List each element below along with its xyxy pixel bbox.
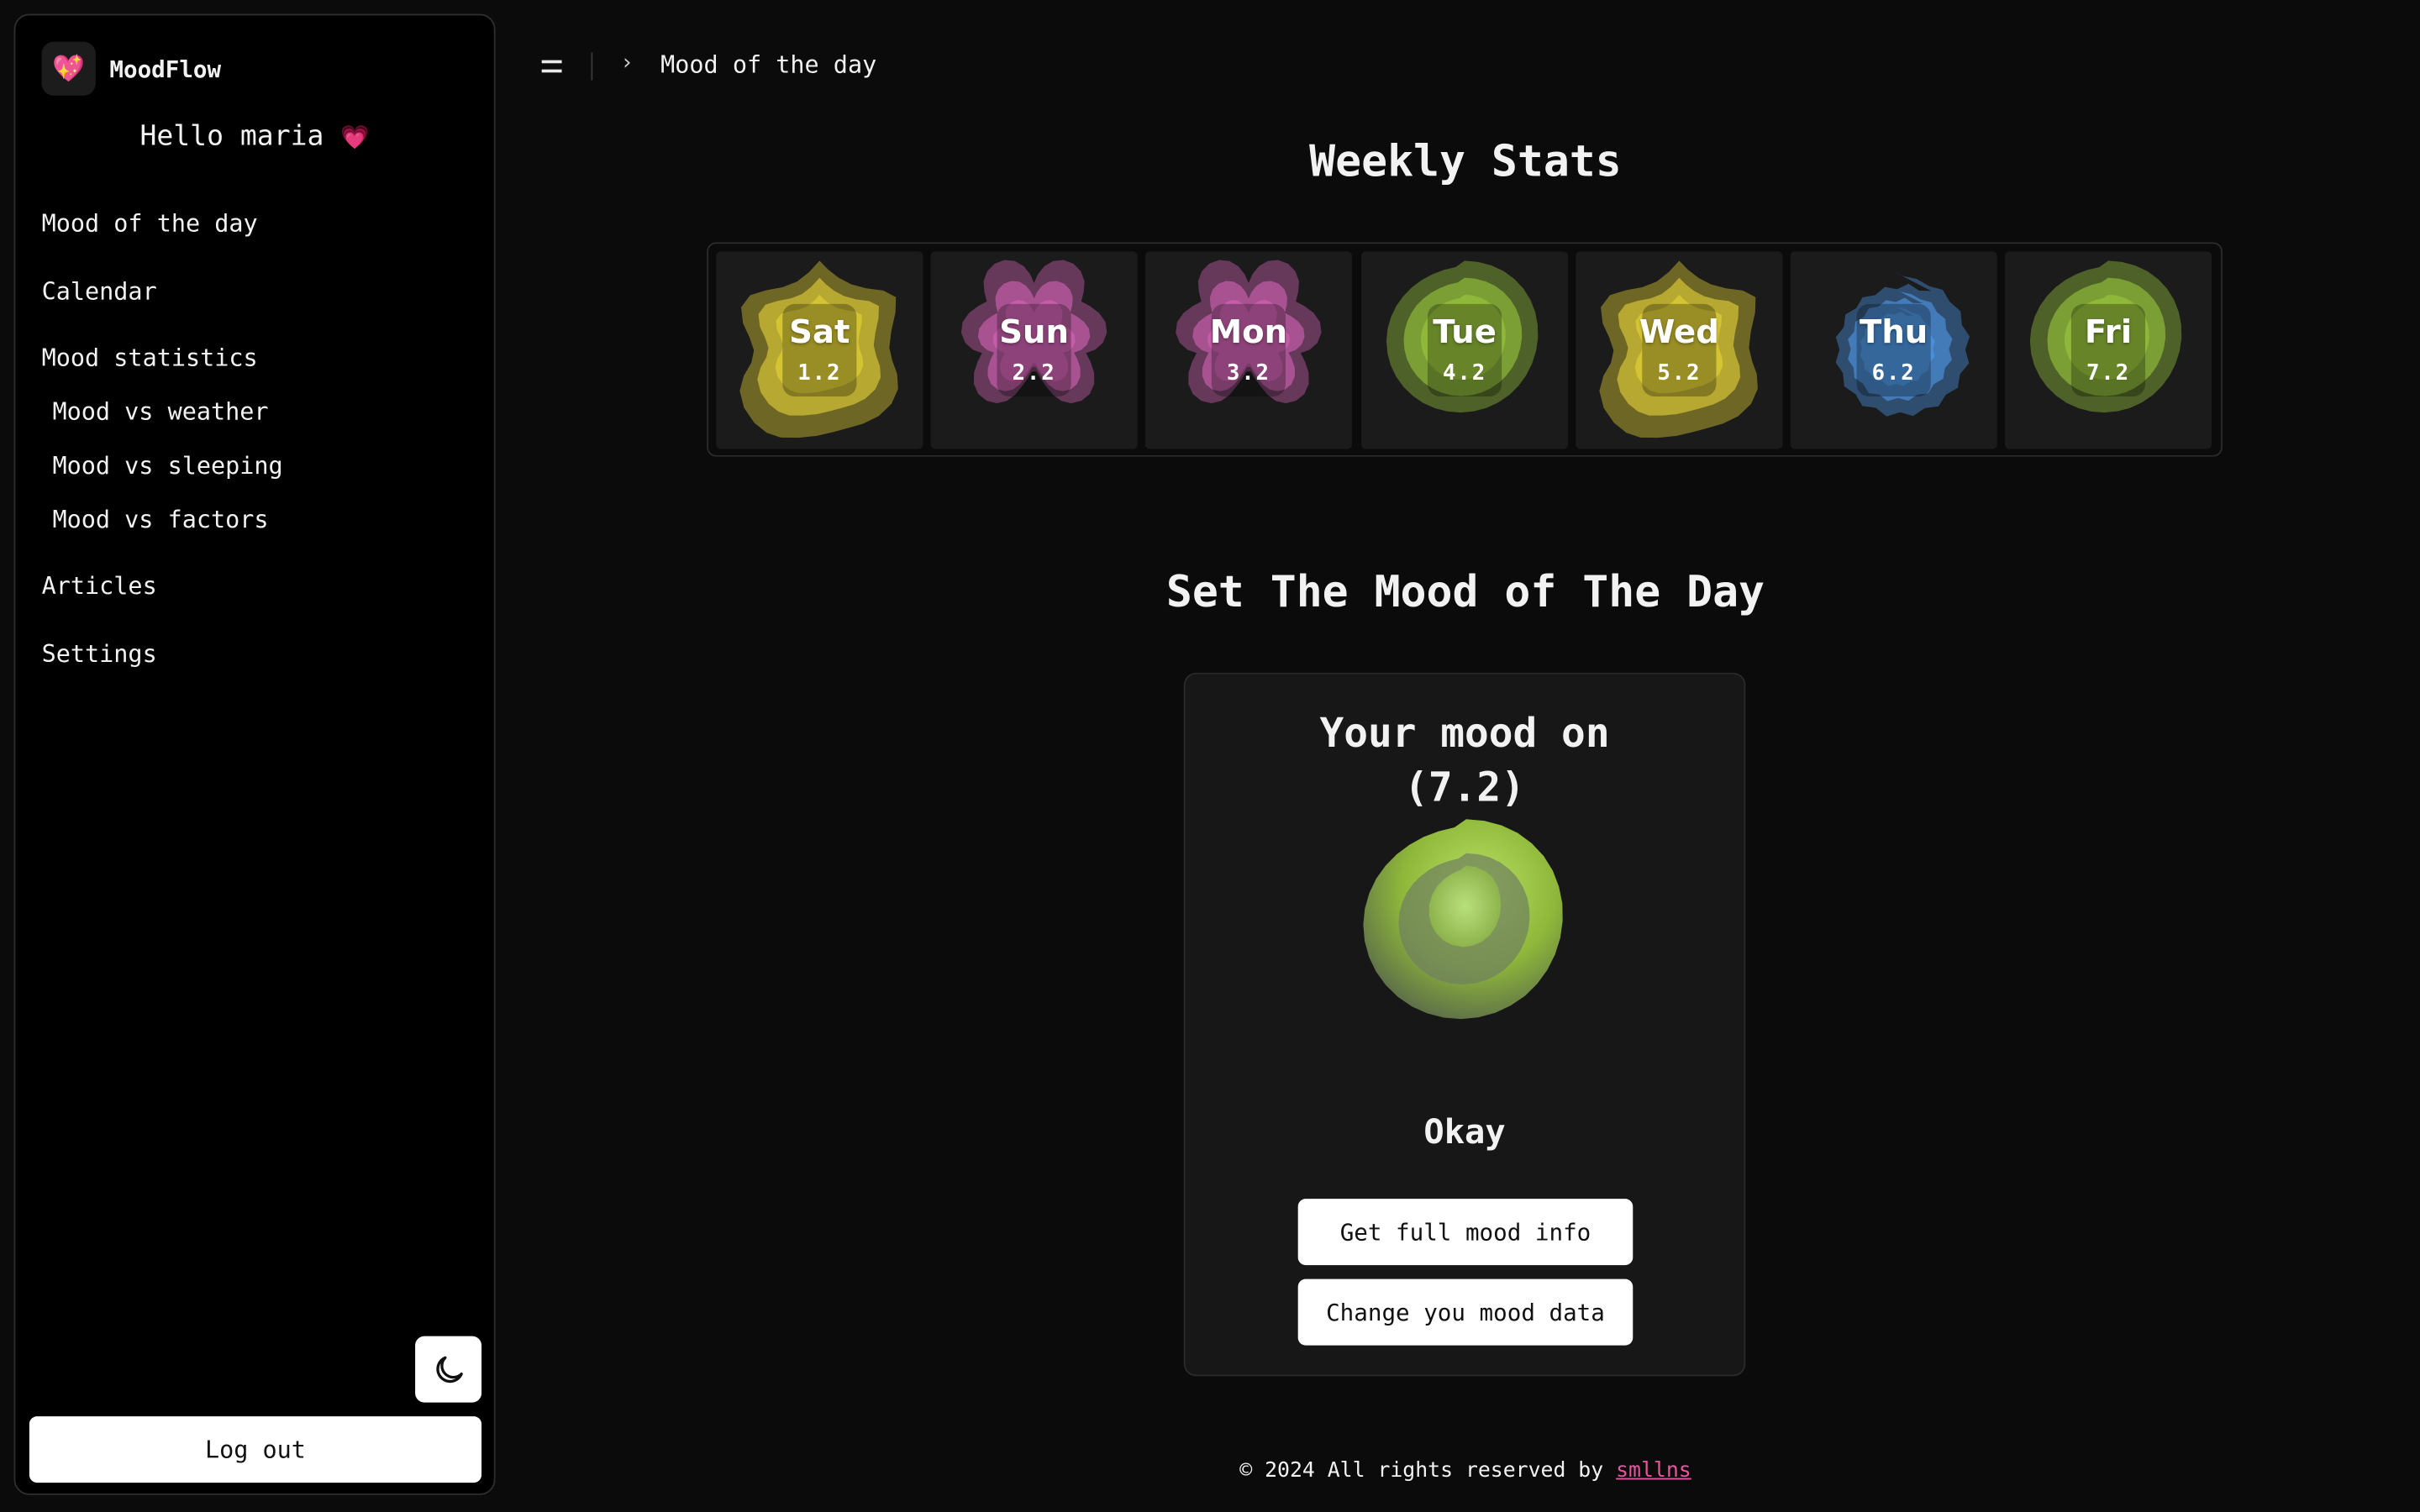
app-root: 💖 MoodFlow Hello maria 💗 Mood of the day… bbox=[0, 0, 2420, 1512]
mood-card-title-line1: Your mood on bbox=[1319, 711, 1610, 758]
footer-text: © 2024 All rights reserved by bbox=[1239, 1457, 1604, 1483]
get-full-mood-info-button[interactable]: Get full mood info bbox=[1297, 1199, 1634, 1266]
day-card-tue[interactable]: Tue 4.2 bbox=[1361, 251, 1569, 449]
heart-emoji-icon: 💗 bbox=[340, 123, 370, 151]
moon-icon bbox=[435, 1355, 462, 1383]
weekly-stats-title: Weekly Stats bbox=[1309, 135, 1622, 187]
greeting-text: Hello maria bbox=[139, 120, 324, 153]
day-label: Fri bbox=[2084, 312, 2133, 350]
nav-articles[interactable]: Articles bbox=[42, 572, 157, 600]
day-score: 4.2 bbox=[1443, 360, 1487, 386]
day-card-sat[interactable]: Sat 1.2 bbox=[716, 251, 923, 449]
app-name: MoodFlow bbox=[109, 55, 222, 83]
chevron-right-icon: › bbox=[620, 50, 634, 76]
greeting: Hello maria 💗 bbox=[15, 120, 493, 153]
sidebar: 💖 MoodFlow Hello maria 💗 Mood of the day… bbox=[13, 13, 496, 1495]
footer-author-link[interactable]: smllns bbox=[1616, 1458, 1691, 1483]
mood-card: Your mood on (7.2) Okay Get full mood in… bbox=[1183, 672, 1746, 1377]
sidebar-toggle-icon[interactable] bbox=[541, 51, 566, 82]
nav-mood-vs-factors[interactable]: Mood vs factors bbox=[52, 506, 268, 533]
day-label: Mon bbox=[1209, 312, 1288, 350]
set-mood-title: Set The Mood of The Day bbox=[1165, 566, 1765, 617]
day-card-sun[interactable]: Sun 2.2 bbox=[930, 251, 1138, 449]
day-score: 6.2 bbox=[1871, 360, 1916, 386]
day-card-thu[interactable]: Thu 6.2 bbox=[1790, 251, 1997, 449]
breadcrumb[interactable]: Mood of the day bbox=[660, 51, 876, 79]
mood-blob-large-icon bbox=[1363, 819, 1563, 1020]
change-mood-data-button[interactable]: Change you mood data bbox=[1297, 1278, 1634, 1346]
sparkling-heart-icon: 💖 bbox=[41, 41, 96, 96]
logout-button[interactable]: Log out bbox=[29, 1416, 482, 1483]
day-label: Tue bbox=[1433, 312, 1497, 350]
topbar-divider bbox=[591, 52, 593, 81]
mood-card-title-line2: (7.2) bbox=[1404, 765, 1525, 812]
nav-mood-vs-sleeping[interactable]: Mood vs sleeping bbox=[52, 452, 282, 480]
day-label: Thu bbox=[1860, 312, 1928, 350]
brand[interactable]: 💖 MoodFlow bbox=[41, 41, 222, 96]
mood-status: Okay bbox=[1423, 1114, 1506, 1153]
nav-mood-vs-weather[interactable]: Mood vs weather bbox=[52, 398, 268, 426]
nav-mood-of-the-day[interactable]: Mood of the day bbox=[42, 210, 258, 238]
mood-card-title: Your mood on (7.2) bbox=[1186, 708, 1744, 816]
day-score: 1.2 bbox=[797, 360, 842, 386]
day-score: 5.2 bbox=[1657, 360, 1702, 386]
day-score: 2.2 bbox=[1012, 360, 1056, 386]
nav-settings[interactable]: Settings bbox=[42, 640, 157, 668]
nav-mood-statistics[interactable]: Mood statistics bbox=[42, 344, 258, 372]
day-card-mon[interactable]: Mon 3.2 bbox=[1144, 251, 1352, 449]
weekly-stats-strip: Sat 1.2 Sun 2.2 Mon 3.2 Tue 4.2 Wed 5.2 … bbox=[707, 242, 2223, 457]
footer: © 2024 All rights reserved by smllns bbox=[511, 1458, 2420, 1483]
day-score: 3.2 bbox=[1226, 360, 1270, 386]
day-card-fri[interactable]: Fri 7.2 bbox=[2004, 251, 2212, 449]
day-score: 7.2 bbox=[2086, 360, 2130, 386]
day-label: Wed bbox=[1639, 312, 1719, 350]
theme-toggle-button[interactable] bbox=[415, 1336, 482, 1403]
nav-calendar[interactable]: Calendar bbox=[42, 278, 157, 306]
day-label: Sat bbox=[789, 312, 850, 350]
day-label: Sun bbox=[999, 312, 1069, 350]
day-card-wed[interactable]: Wed 5.2 bbox=[1576, 251, 1783, 449]
